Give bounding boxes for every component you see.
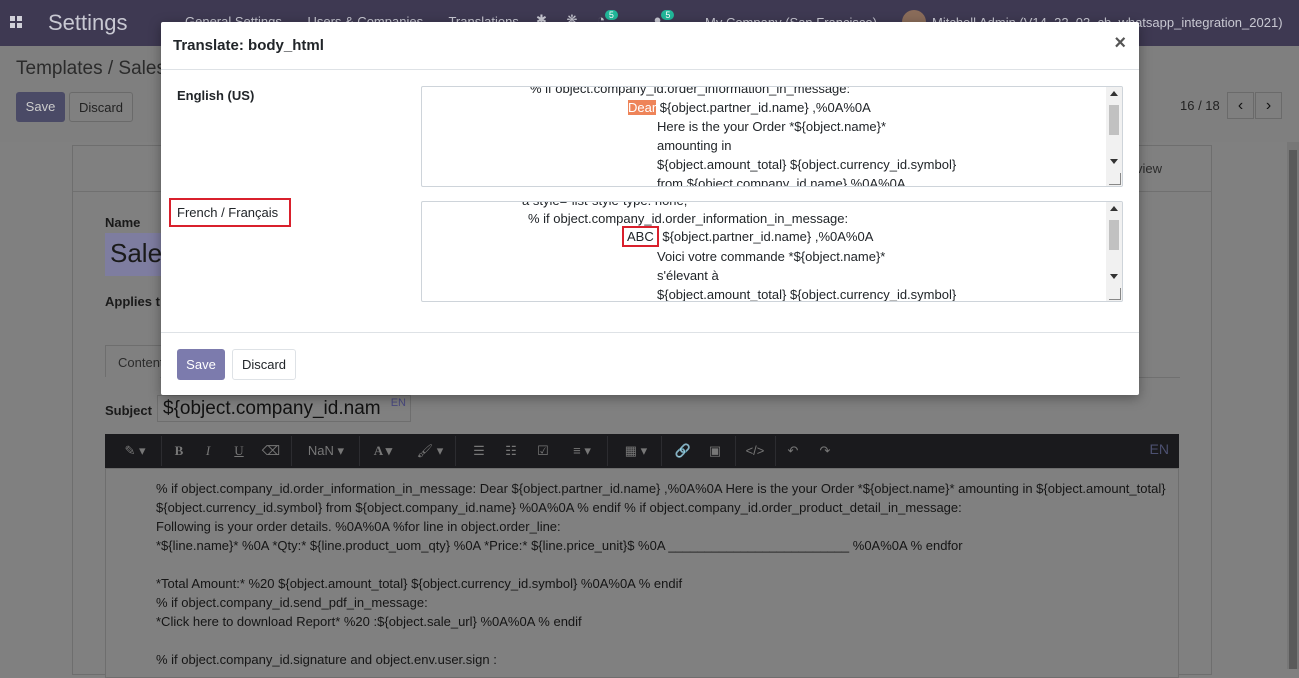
activity-badge: 5 [604, 10, 618, 20]
pager-value[interactable]: 16 / 18 [1180, 98, 1220, 113]
english-translation-textarea[interactable]: % if object.company_id.order_information… [421, 86, 1123, 187]
magic-wand-icon[interactable]: ✎ ▾ [119, 441, 151, 461]
eraser-icon[interactable]: ⌫ [261, 441, 281, 461]
lang-label-english: English (US) [177, 88, 255, 103]
font-color-icon[interactable]: A ▾ [367, 441, 399, 461]
text-line: Dear ${object.partner_id.name} ,%0A%0A [628, 98, 871, 117]
underline-icon[interactable]: U [229, 441, 249, 461]
close-icon[interactable]: × [1114, 33, 1126, 53]
dialog-save-button[interactable]: Save [177, 349, 225, 380]
body-line: % if object.company_id.signature and obj… [156, 652, 497, 667]
subject-input[interactable]: ${object.company_id.nam EN [157, 395, 411, 422]
text-line: Voici votre commande *${object.name}* [657, 249, 886, 264]
text-line: ${object.amount_total} ${object.currency… [657, 157, 957, 172]
pager-next-button[interactable]: › [1255, 92, 1282, 119]
text-line: % if object.company_id.order_information… [528, 211, 849, 226]
french-translation-textarea[interactable]: a style="list-style-type: none;" % if ob… [421, 201, 1123, 302]
table-icon[interactable]: ▦ ▾ [619, 441, 653, 461]
text-fragment: ${object.partner_id.name} ,%0A%0A [658, 229, 874, 244]
checklist-icon[interactable]: ☑ [533, 441, 553, 461]
undo-icon[interactable]: ↶ [783, 441, 803, 461]
text-line: s'élevant à [657, 268, 719, 283]
page-scrollbar[interactable] [1287, 142, 1299, 669]
italic-icon[interactable]: I [198, 441, 218, 461]
tab-content[interactable]: Content [105, 345, 165, 377]
body-editor[interactable]: % if object.company_id.order_information… [105, 468, 1179, 678]
text-line: amounting in [657, 138, 732, 153]
font-size-value: NaN [307, 443, 334, 458]
dialog-header: Translate: body_html × [161, 22, 1139, 70]
chevron-right-icon: › [1265, 97, 1272, 114]
text-line: Here is the your Order *${object.name}* [657, 119, 887, 134]
lang-label-french: French / Français [169, 198, 291, 227]
subject-value: ${object.company_id.nam [163, 398, 381, 419]
messages-badge: 5 [661, 10, 675, 20]
scroll-down-icon[interactable] [1110, 274, 1118, 279]
chevron-left-icon: ‹ [1237, 97, 1244, 114]
scroll-thumb[interactable] [1109, 105, 1119, 135]
applies-to-label: Applies t [105, 294, 160, 309]
subject-lang-badge[interactable]: EN [391, 397, 406, 409]
ordered-list-icon[interactable]: ☷ [501, 441, 521, 461]
dialog-footer: Save Discard [161, 332, 1139, 395]
scroll-thumb[interactable] [1109, 220, 1119, 250]
body-line: % if object.company_id.order_information… [156, 481, 1166, 496]
scroll-down-icon[interactable] [1110, 159, 1118, 164]
link-icon[interactable]: 🔗 [673, 441, 693, 461]
translate-dialog: Translate: body_html × English (US) % if… [161, 22, 1139, 395]
text-line: % if object.company_id.order_information… [530, 86, 851, 96]
text-line: from ${object.company_id.name} %0A%0A [657, 176, 906, 187]
dialog-title: Translate: body_html [173, 37, 324, 54]
body-line: *${line.name}* %0A *Qty:* ${line.product… [156, 538, 963, 553]
dialog-discard-button[interactable]: Discard [232, 349, 296, 380]
form-save-button[interactable]: Save [16, 92, 65, 122]
body-line: *Click here to download Report* %20 :${o… [156, 614, 582, 629]
unordered-list-icon[interactable]: ☰ [469, 441, 489, 461]
editor-lang-badge[interactable]: EN [1150, 441, 1169, 457]
editor-toolbar: ✎ ▾ B I U ⌫ NaN ▾ A ▾ 🖌 ▾ ☰ ☷ ☑ ≡ ▾ ▦ ▾ … [105, 434, 1179, 468]
textarea-scrollbar[interactable] [1106, 202, 1122, 301]
body-line: Following is your order details. %0A%0A … [156, 519, 561, 534]
text-fragment: ${object.partner_id.name} ,%0A%0A [656, 100, 871, 115]
text-line: ABC ${object.partner_id.name} ,%0A%0A [622, 226, 874, 247]
pager-previous-button[interactable]: ‹ [1227, 92, 1254, 119]
breadcrumb[interactable]: Templates / Sales [16, 58, 166, 80]
align-icon[interactable]: ≡ ▾ [565, 441, 599, 461]
name-input[interactable]: Sale [105, 233, 165, 276]
name-label: Name [105, 215, 141, 230]
apps-menu-icon[interactable] [10, 16, 22, 28]
resize-grip-icon[interactable] [1109, 173, 1121, 185]
textarea-scrollbar[interactable] [1106, 87, 1122, 186]
resize-grip-icon[interactable] [1109, 288, 1121, 300]
subject-label: Subject [105, 403, 152, 418]
form-discard-button[interactable]: Discard [69, 92, 133, 122]
text-line: ${object.amount_total} ${object.currency… [657, 287, 957, 302]
preview-button[interactable]: view [1136, 161, 1162, 176]
scroll-up-icon[interactable] [1110, 206, 1118, 211]
redo-icon[interactable]: ↷ [815, 441, 835, 461]
scroll-up-icon[interactable] [1110, 91, 1118, 96]
greeting-highlight: Dear [628, 100, 657, 115]
app-brand: Settings [48, 10, 128, 35]
font-size-dropdown[interactable]: NaN ▾ [301, 441, 351, 461]
body-line: % if object.company_id.send_pdf_in_messa… [156, 595, 428, 610]
body-line: *Total Amount:* %20 ${object.amount_tota… [156, 576, 683, 591]
bold-icon[interactable]: B [169, 441, 189, 461]
image-icon[interactable]: ▣ [705, 441, 725, 461]
code-view-icon[interactable]: </> [743, 441, 767, 461]
greeting-translation-highlight: ABC [622, 226, 659, 247]
body-line: ${object.currency_id.symbol} from ${obje… [156, 500, 962, 515]
paintbrush-icon[interactable]: 🖌 ▾ [413, 441, 447, 461]
